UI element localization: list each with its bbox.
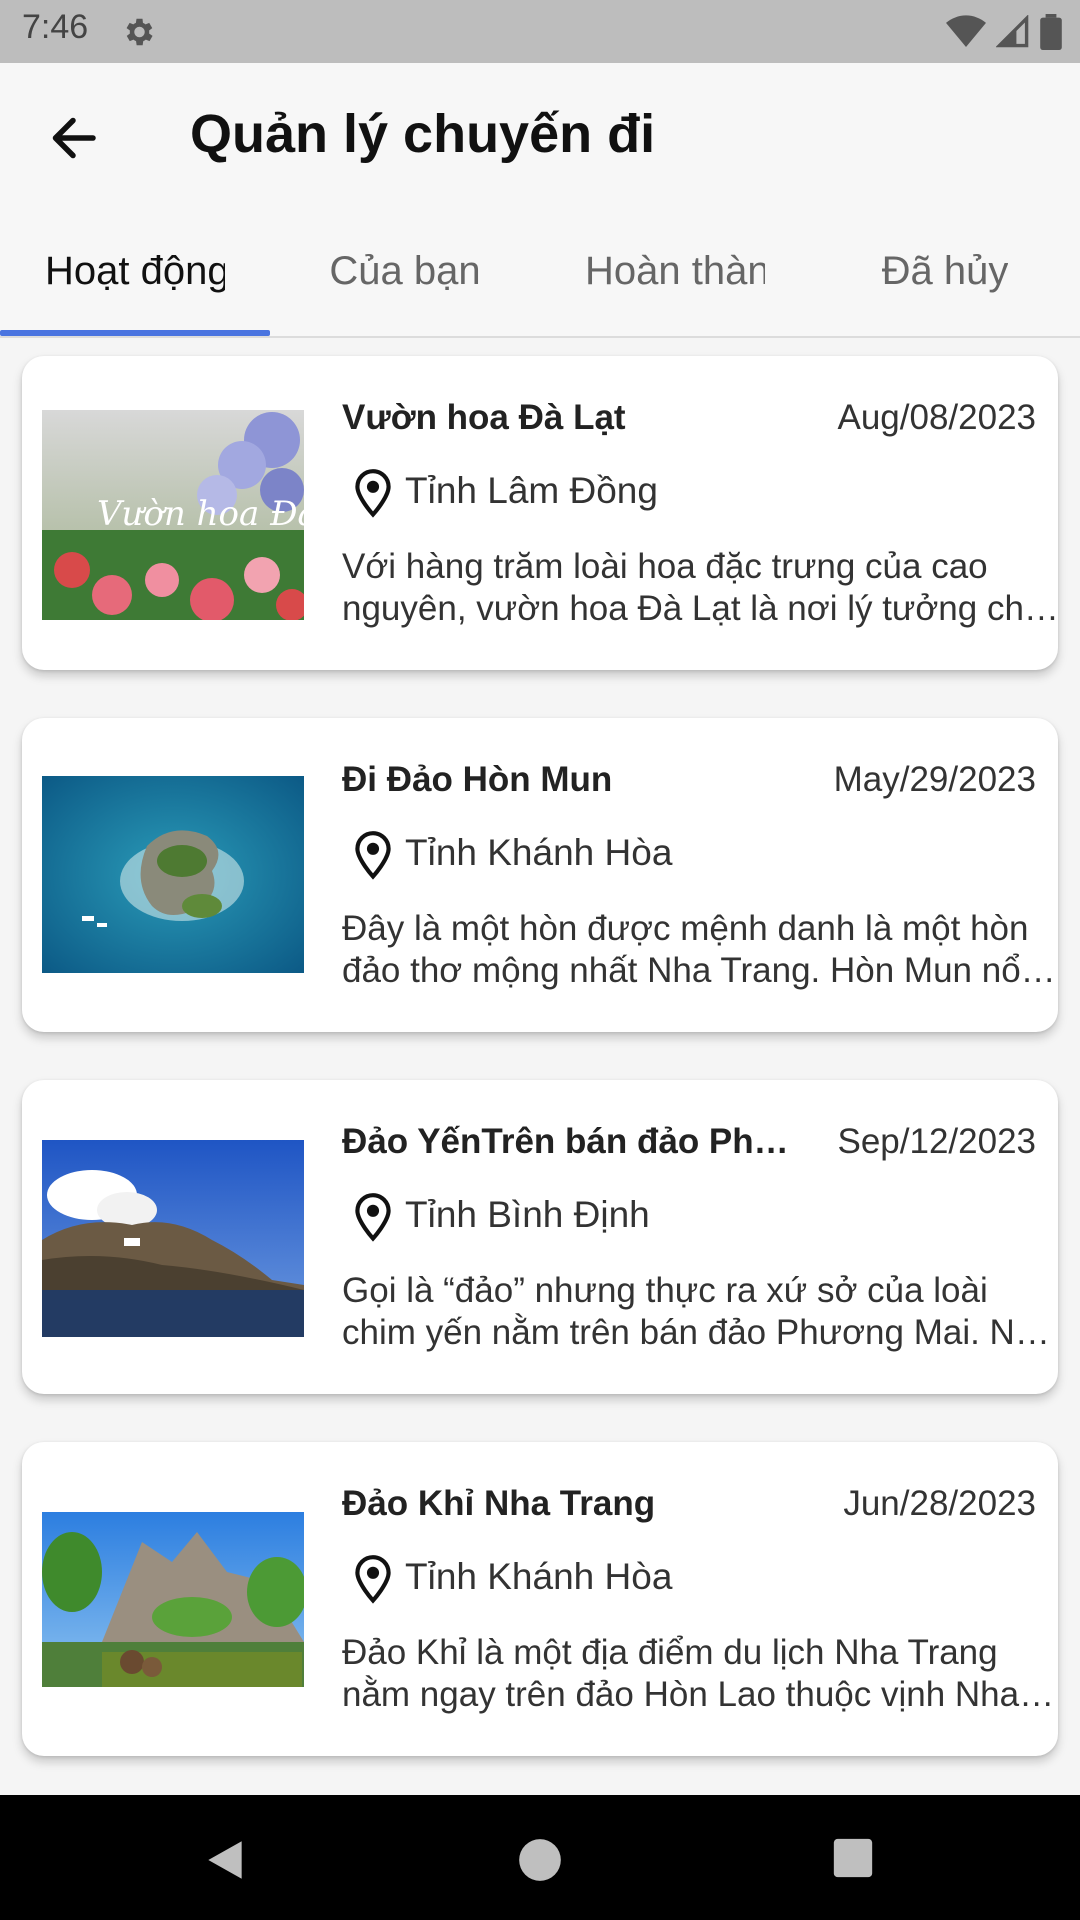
gear-icon xyxy=(126,18,153,46)
trip-card[interactable]: Đi Đảo Hòn Mun May/29/2023 Tỉnh Khánh Hò… xyxy=(22,718,1058,1032)
tab-hoan-thanh[interactable]: Hoàn thành xyxy=(540,208,810,334)
trip-name: Đảo Khỉ Nha Trang xyxy=(342,1484,656,1523)
trip-date: May/29/2023 xyxy=(833,760,1036,799)
trip-card[interactable]: Vườn hoa Đà Lạt Vườn hoa Đà Lạt Aug/08/2… xyxy=(22,356,1058,670)
tab-indicator xyxy=(0,330,270,336)
arrow-left-icon[interactable] xyxy=(40,108,106,168)
tab-label: Đã hủy xyxy=(881,248,1009,293)
trip-image xyxy=(42,776,304,973)
app-bar: Quản lý chuyến đi xyxy=(0,63,1080,208)
page-title: Quản lý chuyến đi xyxy=(190,104,656,164)
trip-image xyxy=(42,1140,304,1337)
image-overlay-text: Vườn hoa Đà Lạt xyxy=(97,494,304,534)
back-triangle-icon[interactable] xyxy=(200,1835,250,1885)
trip-province: Tỉnh Lâm Đồng xyxy=(405,470,658,511)
location-pin-icon xyxy=(355,831,391,880)
trip-date: Sep/12/2023 xyxy=(837,1122,1036,1161)
tab-label: Hoạt động xyxy=(45,248,225,293)
trip-image: Vườn hoa Đà Lạt xyxy=(42,410,304,620)
trip-description: Đảo Khỉ là một địa điểm du lịch Nha Tran… xyxy=(342,1633,1020,1714)
trip-card[interactable]: Đảo YếnTrên bán đảo Phương Mai Sep/12/20… xyxy=(22,1080,1058,1394)
tab-label: Của bạn xyxy=(329,248,481,293)
location-pin-icon xyxy=(355,1555,391,1604)
home-circle-icon[interactable] xyxy=(515,1835,565,1885)
trip-image xyxy=(42,1512,304,1687)
trip-description: Đây là một hòn được mệnh danh là một hòn… xyxy=(342,909,1029,990)
trip-date: Jun/28/2023 xyxy=(843,1484,1036,1523)
tab-cua-ban[interactable]: Của bạn xyxy=(270,208,540,334)
tab-bar: Hoạt động Của bạn Hoàn thành Đã hủy xyxy=(0,208,1080,338)
trip-name: Đi Đảo Hòn Mun xyxy=(342,760,613,799)
tab-hoat-dong[interactable]: Hoạt động xyxy=(0,208,270,334)
status-time: 7:46 xyxy=(22,8,89,46)
tab-label: Hoàn thành xyxy=(585,248,765,293)
trip-name: Đảo YếnTrên bán đảo Phương Mai xyxy=(342,1122,792,1161)
trip-date: Aug/08/2023 xyxy=(837,398,1036,437)
battery-icon xyxy=(1040,14,1062,50)
location-pin-icon xyxy=(355,1193,391,1242)
trip-province: Tỉnh Khánh Hòa xyxy=(405,1556,673,1597)
signal-icon xyxy=(996,15,1029,48)
trip-province: Tỉnh Bình Định xyxy=(405,1194,650,1235)
tab-da-huy[interactable]: Đã hủy xyxy=(810,208,1080,334)
location-pin-icon xyxy=(355,469,391,518)
trip-card[interactable]: Đảo Khỉ Nha Trang Jun/28/2023 Tỉnh Khánh… xyxy=(22,1442,1058,1756)
recents-square-icon[interactable] xyxy=(830,1835,876,1881)
system-nav-bar xyxy=(0,1795,1080,1920)
wifi-icon xyxy=(946,15,986,48)
trip-description: Với hàng trăm loài hoa đặc trưng của cao… xyxy=(342,547,1044,628)
trip-description: Gọi là “đảo” nhưng thực ra xứ sở của loà… xyxy=(342,1271,1046,1352)
status-bar: 7:46 xyxy=(0,0,1080,63)
trip-province: Tỉnh Khánh Hòa xyxy=(405,832,673,873)
trip-name: Vườn hoa Đà Lạt xyxy=(342,398,626,437)
